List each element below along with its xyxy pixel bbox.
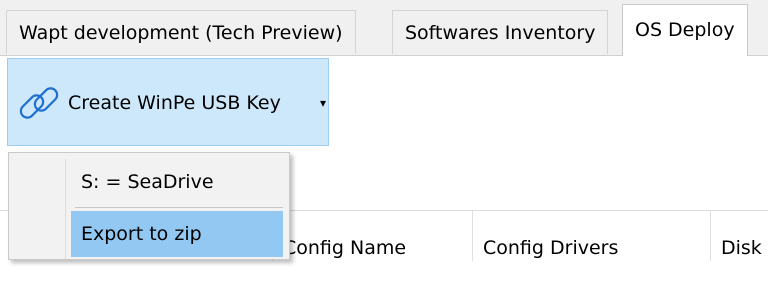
dropdown-menu: S: = SeaDrive Export to zip: [8, 152, 290, 260]
tab-label: OS Deploy: [635, 19, 735, 41]
tab-softwares-inventory[interactable]: Softwares Inventory: [392, 10, 609, 54]
tab-wapt-development[interactable]: Wapt development (Tech Preview): [6, 10, 356, 54]
toolbar: Create WinPe USB Key ▾: [0, 56, 768, 150]
menu-separator: [75, 207, 283, 208]
menu-item-label: Export to zip: [81, 223, 202, 245]
column-label: Disk: [721, 237, 762, 259]
link-icon: [16, 81, 62, 127]
menu-gutter: [65, 159, 66, 259]
column-header-config-name[interactable]: Config Name: [272, 211, 472, 261]
chevron-down-icon[interactable]: ▾: [320, 59, 326, 147]
column-header-config-drivers[interactable]: Config Drivers: [472, 211, 710, 261]
column-header-disk[interactable]: Disk: [710, 211, 768, 261]
menu-item-label: S: = SeaDrive: [81, 171, 214, 193]
menu-item-seadrive[interactable]: S: = SeaDrive: [71, 159, 283, 205]
tab-label: Wapt development (Tech Preview): [19, 22, 343, 44]
create-winpe-label: Create WinPe USB Key: [68, 92, 281, 114]
column-label: Config Name: [283, 237, 407, 259]
tab-label: Softwares Inventory: [405, 22, 596, 44]
tab-strip: Wapt development (Tech Preview) Software…: [0, 0, 768, 56]
tab-os-deploy[interactable]: OS Deploy: [622, 4, 748, 56]
create-winpe-usb-key-button[interactable]: Create WinPe USB Key ▾: [7, 58, 329, 146]
menu-item-export-to-zip[interactable]: Export to zip: [71, 211, 283, 257]
column-label: Config Drivers: [483, 237, 619, 259]
